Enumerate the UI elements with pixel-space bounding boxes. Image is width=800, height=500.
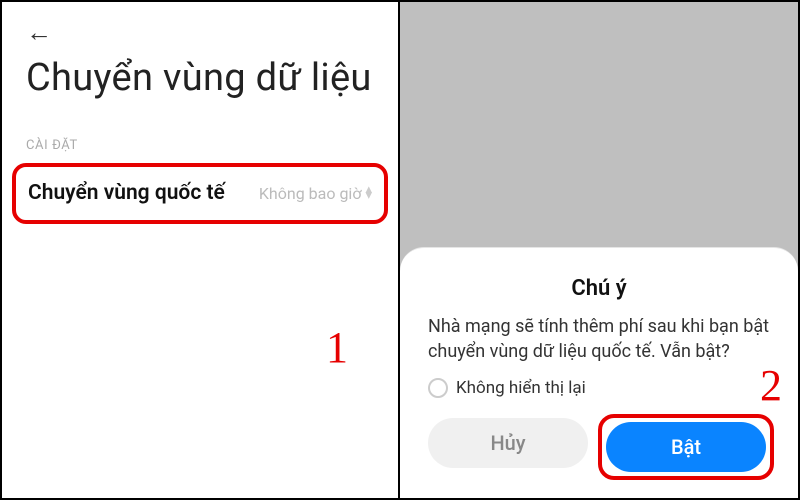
updown-icon: ▴▾	[365, 187, 372, 200]
dialog-screen: Chú ý Nhà mạng sẽ tính thêm phí sau khi …	[400, 2, 798, 498]
back-arrow-icon[interactable]: ←	[2, 2, 398, 56]
row-value-text: Không bao giờ	[259, 184, 362, 203]
settings-screen: ← Chuyển vùng dữ liệu CÀI ĐẶT Chuyển vùn…	[2, 2, 400, 498]
dialog-title: Chú ý	[428, 276, 770, 301]
section-label: CÀI ĐẶT	[2, 102, 398, 163]
international-roaming-row[interactable]: Chuyển vùng quốc tế Không bao giờ ▴▾	[12, 163, 388, 224]
step-marker-2: 2	[760, 360, 782, 411]
checkbox-label: Không hiển thị lại	[456, 378, 586, 398]
cancel-button[interactable]: Hủy	[428, 418, 588, 468]
row-value: Không bao giờ ▴▾	[259, 184, 372, 203]
step-marker-1: 1	[326, 322, 348, 373]
page-title: Chuyển vùng dữ liệu	[2, 56, 398, 102]
row-label: Chuyển vùng quốc tế	[28, 181, 225, 206]
dialog-message: Nhà mạng sẽ tính thêm phí sau khi bạn bậ…	[428, 315, 770, 364]
confirm-button[interactable]: Bật	[606, 422, 766, 472]
attention-dialog: Chú ý Nhà mạng sẽ tính thêm phí sau khi …	[400, 247, 798, 498]
dont-show-again-row[interactable]: Không hiển thị lại	[428, 378, 770, 398]
checkbox-icon[interactable]	[428, 378, 448, 398]
dialog-buttons: Hủy Bật	[428, 418, 770, 476]
confirm-highlight: Bật	[598, 414, 774, 480]
